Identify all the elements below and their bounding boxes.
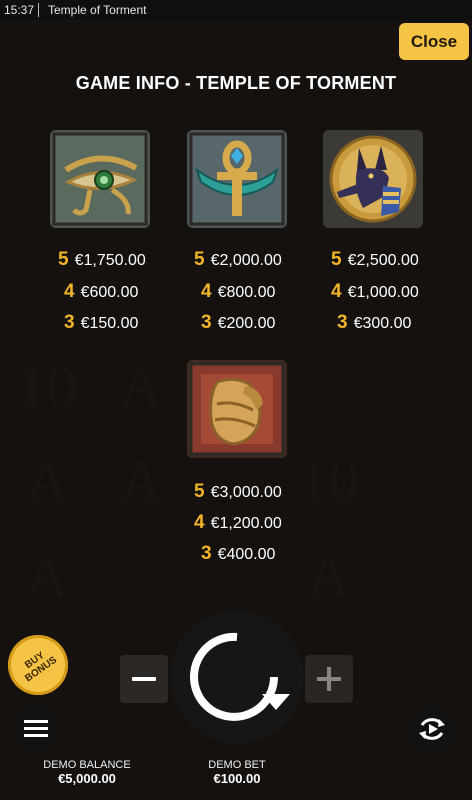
payout-count: 4 xyxy=(64,281,75,302)
payout-row: 3 €200.00 xyxy=(201,312,275,334)
spin-button[interactable] xyxy=(170,610,304,744)
payout-row: 3 €150.00 xyxy=(64,312,138,334)
payout-count: 3 xyxy=(64,312,75,333)
balance-label: DEMO BALANCE xyxy=(43,759,131,771)
bet-label: DEMO BET xyxy=(208,759,266,771)
payout-count: 4 xyxy=(331,281,342,302)
payout-amount: €3,000.00 xyxy=(210,484,282,501)
close-button[interactable]: Close xyxy=(399,23,469,60)
plus-icon xyxy=(317,667,341,691)
payout-amount: €2,500.00 xyxy=(347,252,419,269)
payout-count: 3 xyxy=(201,312,212,333)
autoplay-icon xyxy=(419,718,445,740)
payout-row: 3 €400.00 xyxy=(201,543,275,565)
eye-of-horus-symbol xyxy=(50,130,150,228)
spin-icon xyxy=(190,632,290,721)
balance-value: €5,000.00 xyxy=(58,771,116,786)
payout-amount: €150.00 xyxy=(80,315,139,332)
decrease-bet-button[interactable] xyxy=(120,655,168,703)
payout-row: 4 €1,000.00 xyxy=(331,281,419,303)
payout-amount: €1,000.00 xyxy=(347,284,419,301)
payout-count: 5 xyxy=(58,249,69,270)
ankh-icon xyxy=(187,130,287,228)
anubis-symbol xyxy=(323,130,423,228)
payout-count: 4 xyxy=(194,512,205,533)
urn-icon xyxy=(187,360,287,458)
buy-bonus-label: BUY BONUS xyxy=(23,649,60,685)
payout-row: 5 €1,750.00 xyxy=(58,249,146,271)
payout-row: 4 €600.00 xyxy=(64,281,138,303)
menu-button[interactable] xyxy=(12,705,60,753)
payout-count: 4 xyxy=(201,281,212,302)
payout-count: 3 xyxy=(201,543,212,564)
payout-row: 5 €3,000.00 xyxy=(194,481,282,503)
autoplay-button[interactable] xyxy=(408,705,456,753)
eye-of-horus-icon xyxy=(50,130,150,228)
payout-amount: €300.00 xyxy=(353,315,412,332)
status-title: Temple of Torment xyxy=(48,3,147,17)
urn-symbol xyxy=(187,360,287,458)
payout-row: 5 €2,000.00 xyxy=(194,249,282,271)
page-title: GAME INFO - TEMPLE OF TORMENT xyxy=(75,73,397,93)
status-separator xyxy=(38,3,39,17)
payout-row: 4 €1,200.00 xyxy=(194,512,282,534)
anubis-icon xyxy=(323,130,423,228)
status-time: 15:37 xyxy=(4,3,35,17)
payout-count: 5 xyxy=(194,249,205,270)
payout-row: 4 €800.00 xyxy=(201,281,275,303)
payout-count: 5 xyxy=(331,249,342,270)
buy-bonus-button[interactable]: BUY BONUS xyxy=(8,635,68,695)
payout-amount: €800.00 xyxy=(217,284,276,301)
ankh-symbol xyxy=(187,130,287,228)
hamburger-icon xyxy=(24,720,48,737)
payout-amount: €2,000.00 xyxy=(210,252,282,269)
status-bar: 15:37 Temple of Torment xyxy=(0,0,472,20)
payout-amount: €600.00 xyxy=(80,284,139,301)
payout-row: 5 €2,500.00 xyxy=(331,249,419,271)
payout-row: 3 €300.00 xyxy=(337,312,411,334)
payout-amount: €200.00 xyxy=(217,315,276,332)
payout-count: 3 xyxy=(337,312,348,333)
payout-amount: €400.00 xyxy=(217,546,276,563)
payout-count: 5 xyxy=(194,481,205,502)
payout-amount: €1,750.00 xyxy=(74,252,146,269)
minus-icon xyxy=(132,677,156,681)
increase-bet-button[interactable] xyxy=(305,655,353,703)
bet-value: €100.00 xyxy=(213,771,261,786)
payout-amount: €1,200.00 xyxy=(210,515,282,532)
